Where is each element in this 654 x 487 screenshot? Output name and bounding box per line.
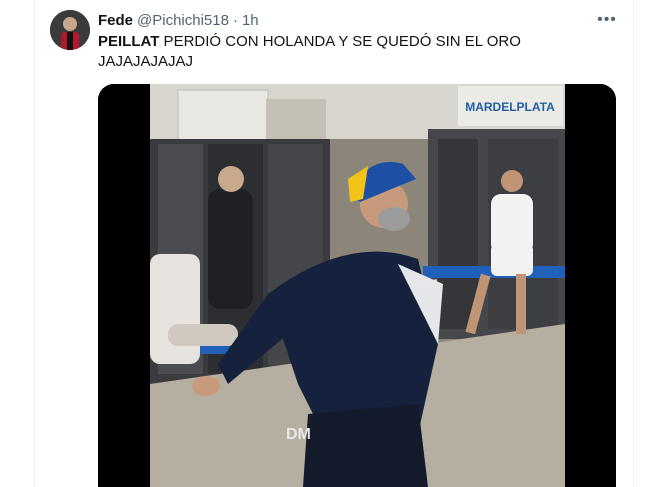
timestamp[interactable]: 1h (242, 12, 259, 29)
more-horizontal-icon[interactable]: ••• (596, 9, 618, 31)
tweet-text-body: PERDIÓ CON HOLANDA Y SE QUEDÓ SIN EL ORO… (98, 33, 521, 70)
locker-sign-text: MARDELPLATA (465, 100, 555, 114)
avatar[interactable] (50, 10, 90, 50)
jacket-logo: DM (416, 276, 438, 292)
tweet-header: Fede @Pichichi518 · 1h (98, 10, 614, 30)
user-handle[interactable]: @Pichichi518 (137, 12, 229, 29)
video-frame: MARDELPLATA DM DM (98, 84, 616, 487)
tweet-text: PEILLAT PERDIÓ CON HOLANDA Y SE QUEDÓ SI… (98, 32, 618, 72)
pants-logo: DM (286, 426, 311, 443)
tweet-video[interactable]: MARDELPLATA DM DM (98, 84, 616, 487)
separator-dot: · (232, 11, 238, 29)
display-name[interactable]: Fede (98, 12, 133, 29)
tweet-text-bold: PEILLAT (98, 33, 160, 50)
